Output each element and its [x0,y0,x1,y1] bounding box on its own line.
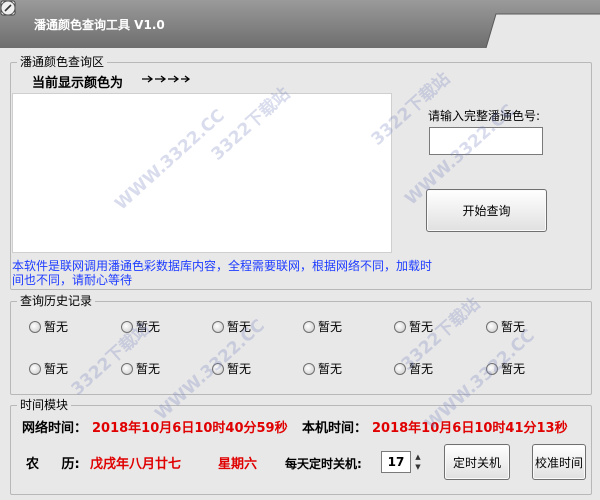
color-code-input[interactable] [429,127,543,155]
radio-icon [486,320,498,333]
history-item[interactable]: 暂无 [29,318,68,335]
calibrate-time-button[interactable]: 校准时间 [532,444,586,480]
current-color-label: 当前显示颜色为 [32,76,124,91]
close-icon[interactable] [0,0,16,16]
history-item[interactable]: 暂无 [486,360,525,377]
spin-down-icon[interactable]: ▼ [412,462,424,472]
time-group-title: 时间模块 [17,398,72,412]
network-time-value: 2018年10月6日10时40分59秒 [92,421,288,436]
history-item[interactable]: 暂无 [303,318,342,335]
history-item[interactable]: 暂无 [212,360,251,377]
radio-icon [303,362,315,375]
radio-icon [121,362,133,375]
history-item[interactable]: 暂无 [212,318,251,335]
history-group-title: 查询历史记录 [17,294,96,308]
history-item[interactable]: 暂无 [394,360,433,377]
network-time-label: 网络时间： [22,421,88,436]
history-item[interactable]: 暂无 [394,318,433,335]
radio-icon [212,362,224,375]
arrow-right-icon [142,75,190,83]
timer-shutdown-button[interactable]: 定时关机 [444,444,510,480]
history-item[interactable]: 暂无 [29,360,68,377]
daily-shutdown-label: 每天定时关机: [285,457,362,471]
network-notice: 本软件是联网调用潘通色彩数据库内容，全程需要联网，根据网络不同，加载时间也不同，… [12,259,433,287]
history-item[interactable]: 暂无 [486,318,525,335]
color-code-label: 请输入完整潘通色号: [428,109,541,123]
title-bar[interactable]: 潘通颜色查询工具 V1.0 [0,0,600,48]
history-item[interactable]: 暂无 [303,360,342,377]
query-group-title: 潘通颜色查询区 [17,55,108,69]
lunar-label: 农 历: [26,457,80,472]
shutdown-hour-input[interactable]: 17 [381,451,411,473]
local-time-value: 2018年10月6日10时41分13秒 [372,421,568,436]
radio-icon [486,362,498,375]
spin-up-icon[interactable]: ▲ [412,452,424,462]
radio-icon [29,320,41,333]
radio-icon [29,362,41,375]
color-display-panel [12,93,392,253]
radio-icon [394,362,406,375]
history-item[interactable]: 暂无 [121,360,160,377]
radio-icon [121,320,133,333]
history-item[interactable]: 暂无 [121,318,160,335]
radio-icon [303,320,315,333]
start-query-button[interactable]: 开始查询 [426,189,547,232]
local-time-label: 本机时间： [302,421,368,436]
radio-icon [394,320,406,333]
window-title: 潘通颜色查询工具 V1.0 [34,18,165,32]
weekday-value: 星期六 [218,457,258,472]
lunar-date-value: 戊戌年八月廿七 [90,457,182,472]
radio-icon [212,320,224,333]
history-group: 查询历史记录 [10,294,592,395]
